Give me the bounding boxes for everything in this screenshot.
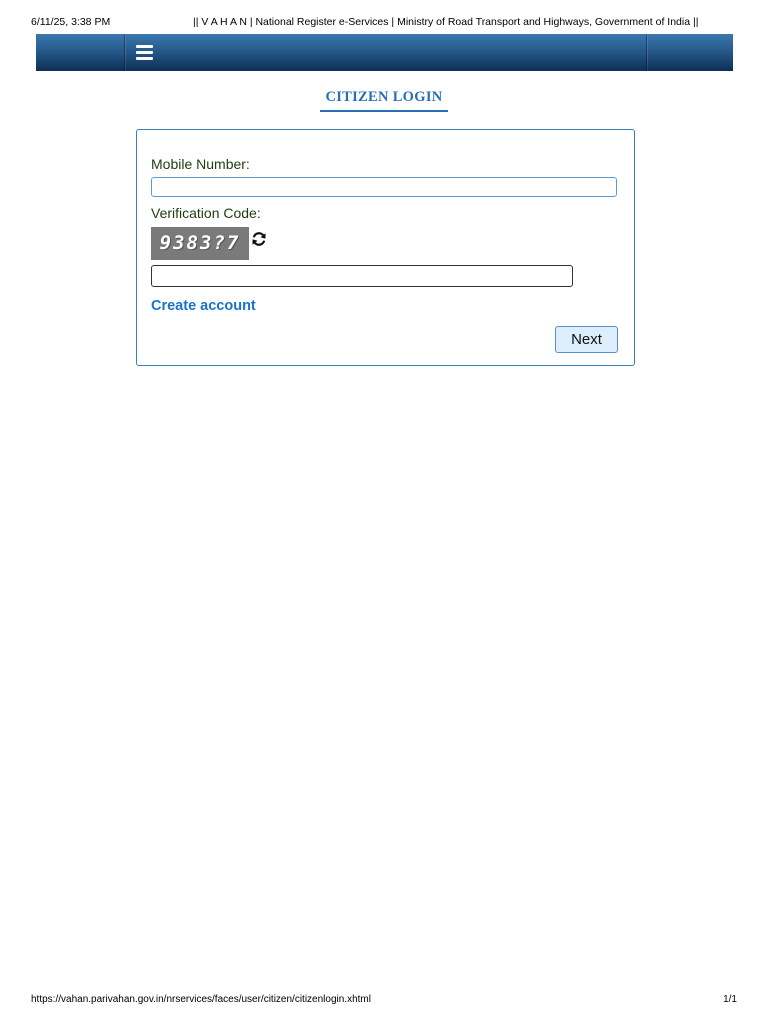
citizen-login-panel: Mobile Number: Verification Code: 9383?7… [136,129,635,366]
page-title: CITIZEN LOGIN [320,89,448,112]
refresh-icon[interactable] [251,231,267,247]
mobile-number-label: Mobile Number: [151,156,250,172]
print-url: https://vahan.parivahan.gov.in/nrservice… [31,994,371,1005]
mobile-number-input[interactable] [151,177,617,197]
create-account-link[interactable]: Create account [151,298,256,314]
hamburger-menu-icon[interactable] [136,44,154,60]
verification-code-input[interactable] [151,265,573,287]
print-header: 6/11/25, 3:38 PM || V A H A N | National… [0,16,768,32]
print-date: 6/11/25, 3:38 PM [31,16,111,28]
next-button[interactable]: Next [555,326,618,353]
print-page-title: || V A H A N | National Register e-Servi… [193,16,699,28]
top-navbar [36,34,733,71]
print-page-number: 1/1 [723,994,737,1005]
navbar-divider [646,34,647,71]
navbar-divider [124,34,125,71]
captcha-image: 9383?7 [151,227,249,260]
page-title-wrapper: CITIZEN LOGIN [0,88,768,112]
verification-code-label: Verification Code: [151,205,261,221]
print-footer: https://vahan.parivahan.gov.in/nrservice… [0,994,768,1008]
